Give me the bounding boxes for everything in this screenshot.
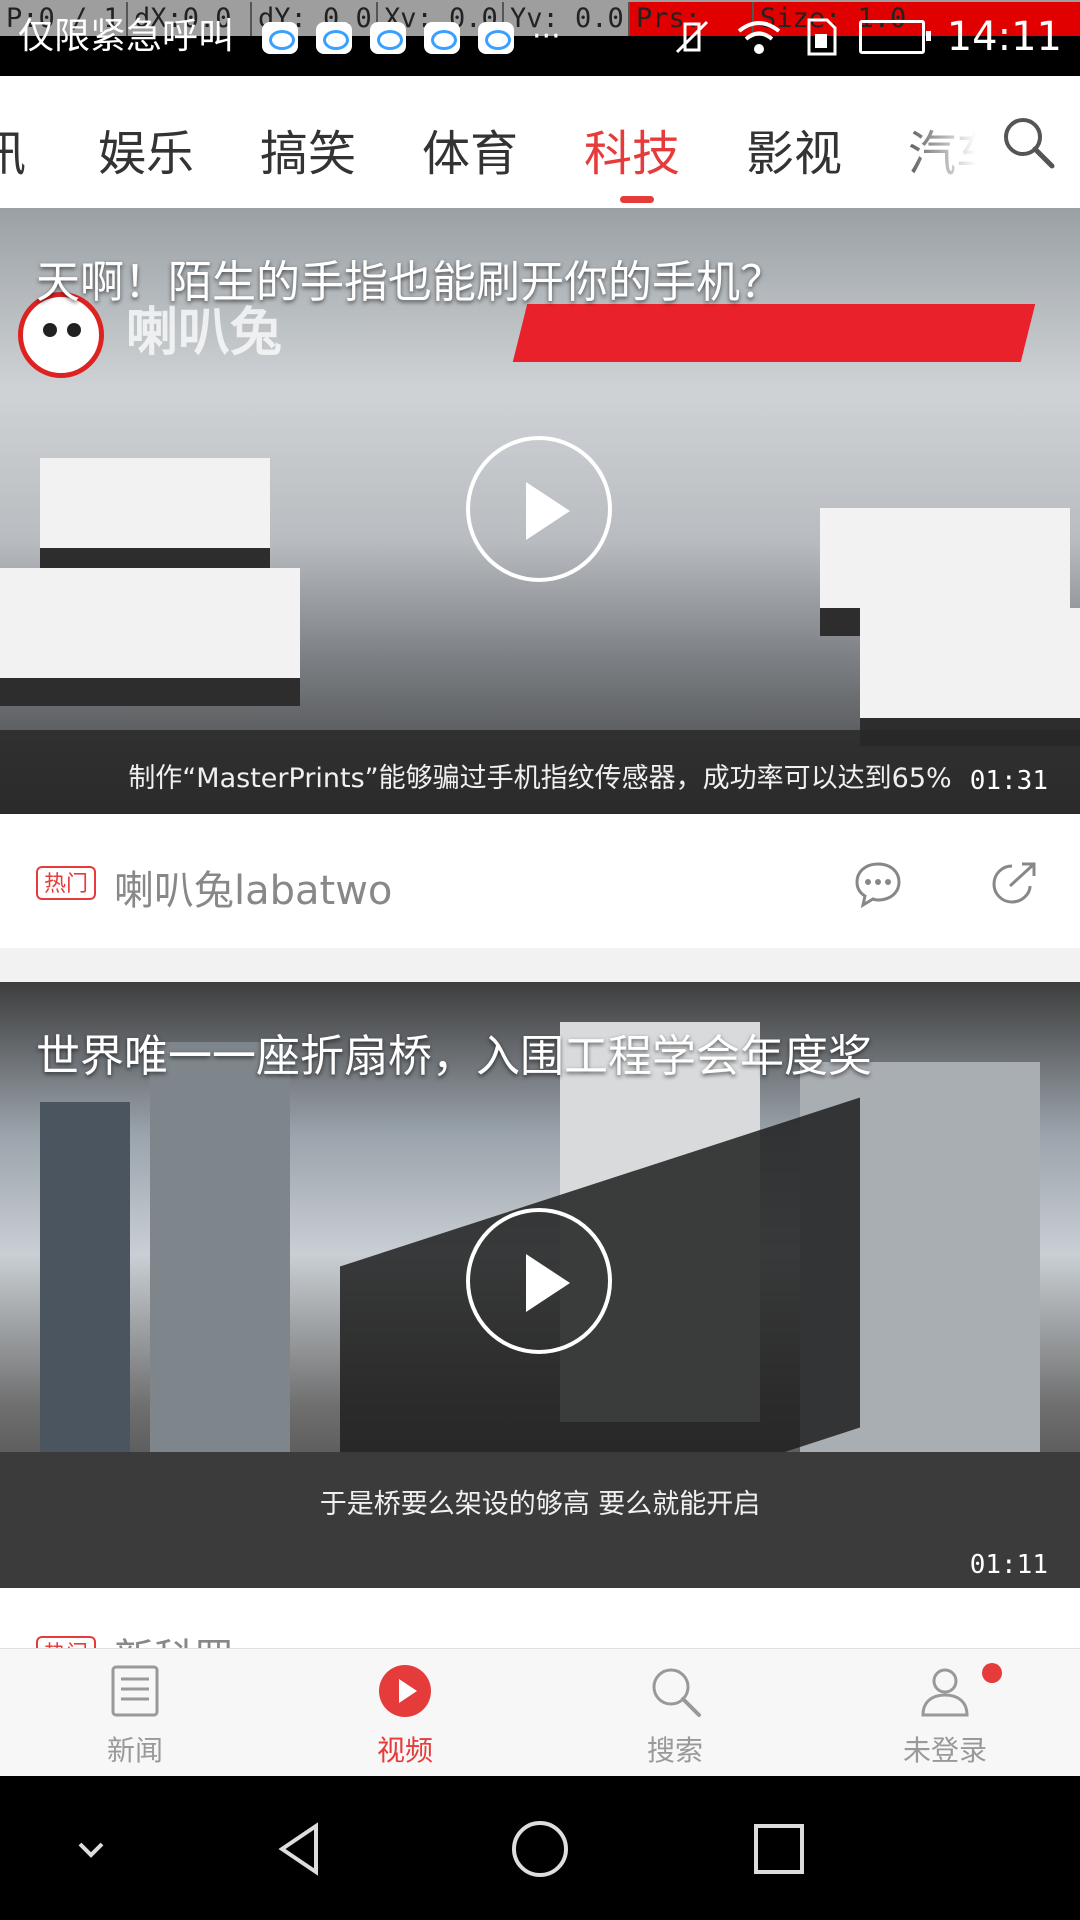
lab-bench <box>860 608 1080 746</box>
hot-badge: 热门 <box>36 1636 96 1648</box>
status-right: 14:11 <box>671 14 1062 60</box>
nav-label: 新闻 <box>106 1734 163 1767</box>
more-notifications-icon: ··· <box>532 19 561 54</box>
nav-search[interactable]: 搜索 <box>540 1649 810 1777</box>
tab-sports[interactable]: 体育 <box>422 114 518 184</box>
active-tab-indicator <box>620 196 654 203</box>
comment-icon[interactable] <box>852 858 904 910</box>
user-icon <box>921 1668 969 1717</box>
building <box>40 1102 130 1462</box>
tab-funny[interactable]: 搞笑 <box>260 114 356 184</box>
lab-bench <box>40 458 270 576</box>
lab-bench <box>0 568 300 706</box>
source-name[interactable]: 喇叭兔labatwo <box>114 858 392 916</box>
tab-entertainment[interactable]: 娱乐 <box>98 114 194 184</box>
video-subtitle: 于是桥要么架设的够高 要么就能开启 <box>319 1489 761 1520</box>
back-icon[interactable] <box>270 1818 332 1880</box>
nav-video[interactable]: 视频 <box>270 1649 540 1777</box>
notification-dot <box>982 1663 1002 1683</box>
feed-divider <box>0 948 1080 982</box>
video-title[interactable]: 天啊！陌生的手指也能刷开你的手机？ <box>36 246 784 310</box>
bottom-navigation: 新闻 视频 搜索 未登录 <box>0 1648 1080 1777</box>
video-subtitle: 制作“MasterPrints”能够骗过手机指纹传感器，成功率可以达到65% <box>128 763 952 794</box>
video-player[interactable]: 世界唯一一座折扇桥，入围工程学会年度奖 于是桥要么架设的够高 要么就能开启 01… <box>0 982 1080 1588</box>
nav-news[interactable]: 新闻 <box>0 1649 270 1777</box>
home-icon[interactable] <box>509 1818 571 1880</box>
tab-technology[interactable]: 科技 <box>584 114 680 184</box>
nav-label: 视频 <box>376 1734 433 1767</box>
tab-news-partial[interactable]: 讯 <box>0 114 26 184</box>
category-tab-bar: 讯 娱乐 搞笑 体育 科技 影视 汽车 <box>0 76 1080 209</box>
notification-icons: ··· <box>262 22 561 54</box>
chevron-down-icon[interactable] <box>60 1818 122 1880</box>
video-title[interactable]: 世界唯一一座折扇桥，入围工程学会年度奖 <box>36 1020 872 1084</box>
play-button-icon[interactable] <box>466 1208 612 1354</box>
cloud-app-icon <box>316 22 352 54</box>
nav-label: 搜索 <box>646 1734 703 1767</box>
search-icon <box>652 1668 701 1717</box>
video-duration: 01:11 <box>969 1550 1048 1580</box>
cloud-app-icon <box>262 22 298 54</box>
video-duration: 01:31 <box>969 766 1048 796</box>
search-icon[interactable] <box>998 112 1058 172</box>
video-player[interactable]: 喇叭兔 天啊！陌生的手指也能刷开你的手机？ 制作“MasterPrints”能够… <box>0 208 1080 814</box>
play-button-icon[interactable] <box>466 436 612 582</box>
hot-badge: 热门 <box>36 866 96 900</box>
cloud-app-icon <box>424 22 460 54</box>
tab-film[interactable]: 影视 <box>746 114 842 184</box>
system-navigation-bar <box>0 1776 1080 1920</box>
carrier-text: 仅限紧急呼叫 <box>18 16 235 57</box>
wifi-icon <box>737 21 780 54</box>
nav-label: 未登录 <box>902 1734 987 1767</box>
video-meta-row: 热门 新科罗 <box>0 1588 1080 1648</box>
clock: 14:11 <box>946 14 1062 60</box>
video-meta-row: 热门 喇叭兔labatwo <box>0 814 1080 948</box>
newspaper-icon <box>111 1665 159 1717</box>
sim-icon <box>807 18 837 56</box>
nav-profile[interactable]: 未登录 <box>810 1649 1080 1777</box>
source-name[interactable]: 新科罗 <box>114 1626 234 1648</box>
cloud-app-icon <box>478 22 514 54</box>
cloud-app-icon <box>370 22 406 54</box>
share-icon[interactable] <box>988 858 1040 910</box>
recent-apps-icon[interactable] <box>748 1818 810 1880</box>
red-banner <box>512 304 1036 362</box>
battery-icon <box>858 20 931 54</box>
video-play-icon <box>379 1665 431 1717</box>
building <box>150 1042 290 1462</box>
vibrate-off-icon <box>675 20 708 54</box>
